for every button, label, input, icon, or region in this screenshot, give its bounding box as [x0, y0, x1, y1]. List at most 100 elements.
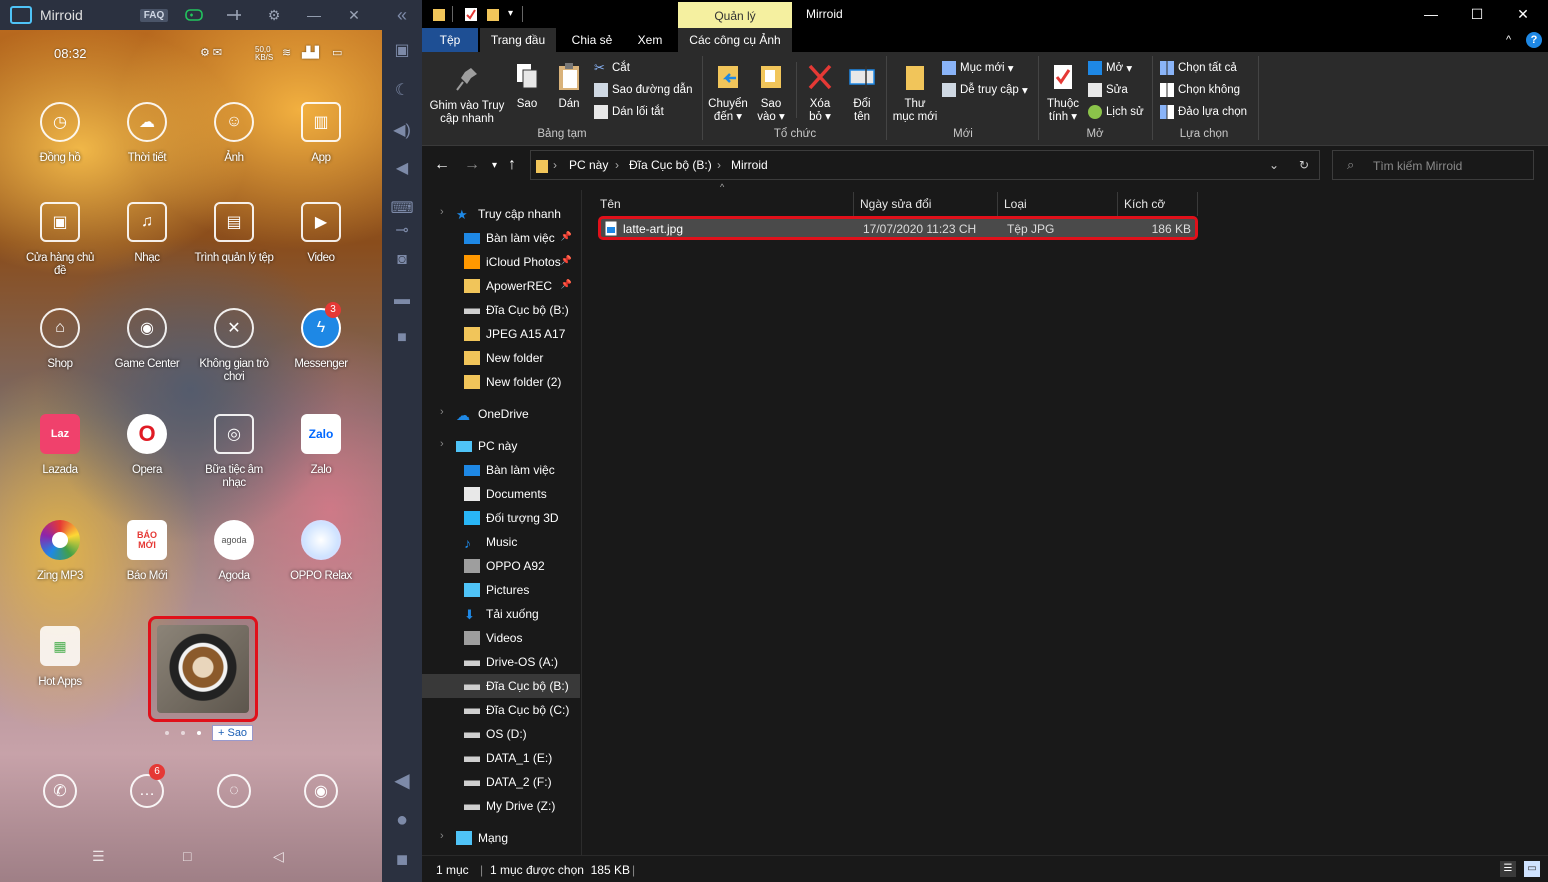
settings-gear-icon[interactable]: ⚙ [254, 0, 294, 30]
nav-item[interactable]: OPPO A92 [422, 554, 580, 578]
nav-home-key[interactable]: □ [183, 848, 191, 864]
app-opera[interactable]: O Opera [107, 414, 187, 477]
paste-shortcut-button[interactable]: Dán lối tắt [594, 103, 664, 121]
refresh-icon[interactable]: ↻ [1299, 158, 1309, 172]
app-oppo-relax[interactable]: OPPO Relax [281, 520, 361, 583]
app-bao-moi[interactable]: BÁO MỚI Báo Mới [107, 520, 187, 583]
close-button[interactable]: ✕ [1500, 0, 1546, 28]
details-view-icon[interactable]: ☰ [1500, 861, 1516, 877]
file-row-latte-art[interactable]: latte-art.jpg 17/07/2020 11:23 CH Tệp JP… [598, 216, 1198, 240]
nav-item[interactable]: ♪ Music [422, 530, 580, 554]
screenshot-icon[interactable]: ▣ [390, 38, 414, 62]
app-hot-apps[interactable]: ▦ Hot Apps [20, 626, 100, 689]
open-button[interactable]: Mở ▾ [1088, 59, 1132, 77]
column-size[interactable]: Kích cỡ [1118, 192, 1198, 216]
new-folder-button[interactable]: Thư mục mới [892, 62, 938, 124]
nav-item[interactable]: New folder (2) [422, 370, 580, 394]
nav-item[interactable]: New folder [422, 346, 580, 370]
app-shop[interactable]: ⌂ Shop [20, 308, 100, 371]
rename-button[interactable]: Đổi tên [844, 62, 880, 124]
cut-button[interactable]: ✂ Cắt [594, 59, 630, 77]
nav-item[interactable]: ApowerREC 📌 [422, 274, 580, 298]
select-all-button[interactable]: Chọn tất cả [1160, 59, 1237, 77]
keyboard-icon[interactable]: ⌨ [390, 196, 414, 220]
nav-item[interactable]: Drive-OS (A:) [422, 650, 580, 674]
app-store[interactable]: ▥ App [281, 102, 361, 165]
history-button[interactable]: Lịch sử [1088, 103, 1144, 121]
app-file-manager[interactable]: ▤ Trình quản lý tệp [194, 202, 274, 265]
expand-chevron-icon[interactable]: › [440, 830, 444, 842]
nav-item[interactable]: Videos [422, 626, 580, 650]
properties-button[interactable]: Thuộc tính ▾ [1044, 62, 1082, 124]
app-video[interactable]: ▶ Video [281, 202, 361, 265]
nav-item[interactable]: Mạng [422, 826, 580, 850]
qa-dropdown-icon[interactable]: ▾ [508, 8, 513, 19]
nav-item[interactable]: My Drive (Z:) [422, 794, 580, 818]
back-arrow-icon[interactable]: ← [434, 156, 450, 174]
properties-check-icon[interactable] [464, 6, 478, 22]
nav-back-key[interactable]: ◁ [273, 848, 284, 865]
record-video-icon[interactable]: ■ [390, 326, 414, 350]
column-name[interactable]: Tên [582, 192, 854, 216]
crumb-folder[interactable]: Mirroid [731, 158, 768, 172]
toggle-icon[interactable]: ⊸ [390, 218, 414, 242]
expand-chevron-icon[interactable]: › [440, 438, 444, 450]
tab-file[interactable]: Tệp [422, 28, 478, 52]
nav-item[interactable]: Đối tượng 3D [422, 506, 580, 530]
nav-item[interactable]: PC này [422, 434, 580, 458]
nav-item[interactable]: ☁ OneDrive [422, 402, 580, 426]
nav-item[interactable]: Bàn làm việc 📌 [422, 226, 580, 250]
crumb-pc[interactable]: PC này [569, 158, 608, 172]
app-weather[interactable]: ☁ Thời tiết [107, 102, 187, 165]
tab-picture-tools[interactable]: Các công cụ Ảnh [678, 28, 792, 52]
dock-phone[interactable]: ✆ [20, 774, 100, 808]
nav-menu-key[interactable]: ☰ [92, 848, 105, 865]
app-theme-store[interactable]: ▣ Cửa hàng chủ đề [20, 202, 100, 278]
nav-item[interactable]: OS (D:) [422, 722, 580, 746]
android-home-icon[interactable]: ● [390, 808, 414, 832]
new-item-button[interactable]: Mục mới ▾ [942, 59, 1014, 77]
app-game-space[interactable]: ✕ Không gian trò chơi [194, 308, 274, 384]
android-recents-icon[interactable]: ■ [390, 848, 414, 872]
faq-button[interactable]: FAQ [134, 0, 174, 30]
invert-selection-button[interactable]: Đảo lựa chọn [1160, 103, 1247, 121]
collapse-toolbar-icon[interactable]: « [390, 3, 414, 27]
app-photos[interactable]: ☺ Ảnh [194, 102, 274, 165]
night-mode-icon[interactable]: ☾ [390, 78, 414, 102]
maximize-button[interactable]: ☐ [1454, 0, 1500, 28]
volume-down-icon[interactable]: ◀ [390, 156, 414, 180]
nav-item[interactable]: Pictures [422, 578, 580, 602]
gamepad-icon[interactable] [174, 0, 214, 30]
forward-arrow-icon[interactable]: → [464, 156, 480, 174]
nav-item[interactable]: iCloud Photos 📌 [422, 250, 580, 274]
tab-share[interactable]: Chia sẻ [562, 28, 622, 52]
app-zalo[interactable]: Zalo Zalo [281, 414, 361, 477]
nav-item[interactable]: Documents [422, 482, 580, 506]
delete-button[interactable]: Xóa bỏ ▾ [802, 62, 838, 124]
app-lazada[interactable]: Laz Lazada [20, 414, 100, 477]
copy-button[interactable]: Sao [510, 62, 544, 111]
help-icon[interactable]: ? [1526, 32, 1542, 48]
nav-item[interactable]: DATA_2 (F:) [422, 770, 580, 794]
volume-up-icon[interactable]: ◀) [390, 118, 414, 142]
app-music-party[interactable]: ◎ Bữa tiệc âm nhạc [194, 414, 274, 490]
minimize-button[interactable]: — [1408, 0, 1454, 28]
app-game-center[interactable]: ◉ Game Center [107, 308, 187, 371]
copy-path-button[interactable]: Sao đường dẫn [594, 81, 692, 99]
move-to-button[interactable]: Chuyển đến ▾ [706, 62, 750, 124]
nav-item[interactable]: Đĩa Cục bộ (B:) [422, 298, 580, 322]
nav-item[interactable]: ⬇ Tải xuống [422, 602, 580, 626]
column-date-modified[interactable]: Ngày sửa đổi [854, 192, 998, 216]
dock-browser[interactable]: ◌ [194, 774, 274, 808]
android-back-icon[interactable]: ◀ [390, 768, 414, 792]
dock-camera[interactable]: ◉ [281, 774, 361, 808]
copy-to-button[interactable]: Sao vào ▾ [752, 62, 790, 124]
address-dropdown-icon[interactable]: ⌄ [1269, 158, 1279, 172]
tab-home[interactable]: Trang đầu [480, 28, 556, 52]
expand-chevron-icon[interactable]: › [440, 206, 444, 218]
search-box[interactable]: ⌕ Tìm kiếm Mirroid [1332, 150, 1534, 180]
folder-transfer-icon[interactable]: ▬ [390, 288, 414, 312]
app-messenger[interactable]: ϟ 3 Messenger [281, 302, 361, 371]
app-agoda[interactable]: agoda Agoda [194, 520, 274, 583]
recent-dropdown-icon[interactable]: ▾ [492, 160, 497, 171]
